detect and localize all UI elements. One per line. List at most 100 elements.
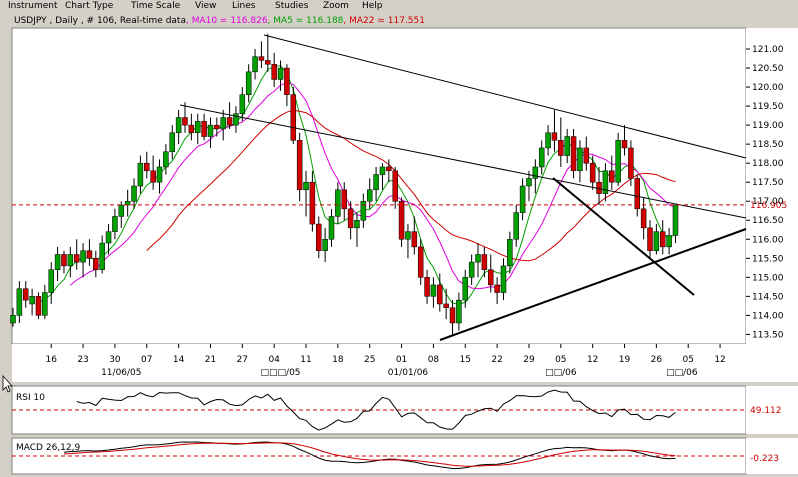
candle-body	[424, 277, 430, 297]
candle-body	[80, 250, 86, 263]
candle-body	[481, 254, 488, 270]
y-tick-label: 117.00	[752, 197, 784, 207]
candle-body	[182, 117, 188, 126]
y-tick-label: 120.50	[752, 64, 784, 74]
candle-body	[35, 296, 42, 316]
rsi-label: RSI 10	[16, 393, 45, 403]
candle-body	[659, 231, 666, 248]
candle-body	[462, 277, 469, 301]
candle-body	[29, 296, 35, 305]
x-tick-label: 22	[491, 355, 502, 365]
candle-body	[16, 288, 23, 316]
candle-body	[392, 170, 398, 202]
x-tick-label: 05	[555, 355, 566, 365]
candle-body	[42, 292, 48, 316]
y-tick-label: 115.00	[752, 273, 784, 283]
candle-body	[99, 242, 105, 270]
x-tick-label: 27	[237, 355, 248, 365]
candle-body	[354, 219, 360, 229]
header-ma5: , MA5 = 116.188	[268, 16, 344, 26]
candle-body	[226, 117, 233, 126]
candle-body	[386, 166, 392, 172]
x-month-label: □□/06	[666, 368, 698, 378]
y-tick-label: 119.50	[752, 102, 784, 112]
candle-body	[443, 303, 449, 309]
x-tick-label: 14	[173, 355, 185, 365]
candle-body	[500, 265, 507, 293]
y-tick-label: 118.50	[752, 140, 784, 150]
candle-body	[10, 315, 16, 324]
mouse-cursor-icon	[2, 374, 13, 393]
candle-body	[634, 178, 641, 210]
candle-body	[201, 121, 207, 137]
x-tick-label: 07	[141, 355, 152, 365]
candle-body	[73, 254, 80, 263]
y-tick-label: 117.50	[752, 178, 784, 188]
x-tick-label: 01	[396, 355, 407, 365]
x-month-label: □□/06	[545, 368, 577, 378]
y-tick-label: 113.50	[752, 330, 784, 340]
candle-body	[163, 151, 169, 168]
y-tick-label: 115.50	[752, 254, 784, 264]
candle-body	[156, 166, 163, 183]
candle-body	[494, 284, 500, 293]
candle-body	[328, 216, 335, 240]
candle-body	[615, 140, 621, 183]
rsi-value-label: 49.112	[750, 406, 782, 416]
candle-body	[61, 254, 67, 267]
candle-body	[672, 204, 679, 236]
y-tick-label: 120.00	[752, 83, 784, 93]
candle-body	[456, 299, 462, 324]
candle-body	[194, 121, 201, 133]
candle	[615, 132, 621, 186]
x-tick-label: 15	[460, 355, 471, 365]
candle-body	[430, 284, 437, 297]
candle-body	[144, 162, 150, 172]
candle-body	[468, 261, 475, 278]
candle	[35, 292, 42, 320]
x-tick-label: 12	[587, 355, 598, 365]
candle-body	[335, 189, 341, 217]
candle-body	[214, 124, 220, 130]
candle-body	[666, 235, 672, 248]
x-tick-label: 30	[109, 355, 121, 365]
candle	[290, 87, 297, 145]
x-tick-label: 12	[714, 355, 725, 365]
candle-body	[628, 147, 634, 179]
x-tick-label: 05	[682, 355, 693, 365]
header-ma10: , MA10 = 116.826	[186, 16, 268, 26]
candle-body	[570, 136, 577, 172]
candle-body	[277, 67, 284, 80]
candle-body	[86, 250, 93, 259]
x-tick-label: 29	[523, 355, 535, 365]
x-tick-label: 16	[45, 355, 57, 365]
candle-body	[405, 231, 411, 240]
candle-body	[526, 178, 532, 187]
x-tick-label: 26	[651, 355, 663, 365]
candle-body	[316, 223, 322, 251]
macd-value-label: -0.223	[750, 454, 779, 464]
candle-body	[366, 189, 373, 202]
candle-body	[245, 71, 252, 95]
x-tick-label: 11	[300, 355, 311, 365]
candle-body	[513, 212, 519, 240]
candle-body	[239, 94, 246, 114]
candle-body	[437, 284, 443, 305]
y-tick-label: 118.00	[752, 159, 784, 169]
candle-body	[137, 162, 144, 187]
candle-body	[284, 67, 290, 95]
candle-body	[175, 117, 182, 133]
candle-body	[488, 269, 494, 286]
x-tick-label: 21	[205, 355, 216, 365]
candle-body	[22, 288, 29, 301]
price-chart: 116.905 113.50114.00114.50115.00115.5011…	[2, 16, 798, 475]
candle-body	[93, 258, 99, 270]
x-month-label: □□□/05	[261, 368, 301, 378]
candle-body	[411, 231, 418, 248]
candle-body	[341, 189, 347, 210]
candle-body	[621, 140, 628, 149]
candle-body	[48, 269, 54, 293]
y-tick-label: 119.00	[752, 121, 784, 131]
x-tick-label: 18	[332, 355, 344, 365]
candle-body	[131, 185, 137, 202]
